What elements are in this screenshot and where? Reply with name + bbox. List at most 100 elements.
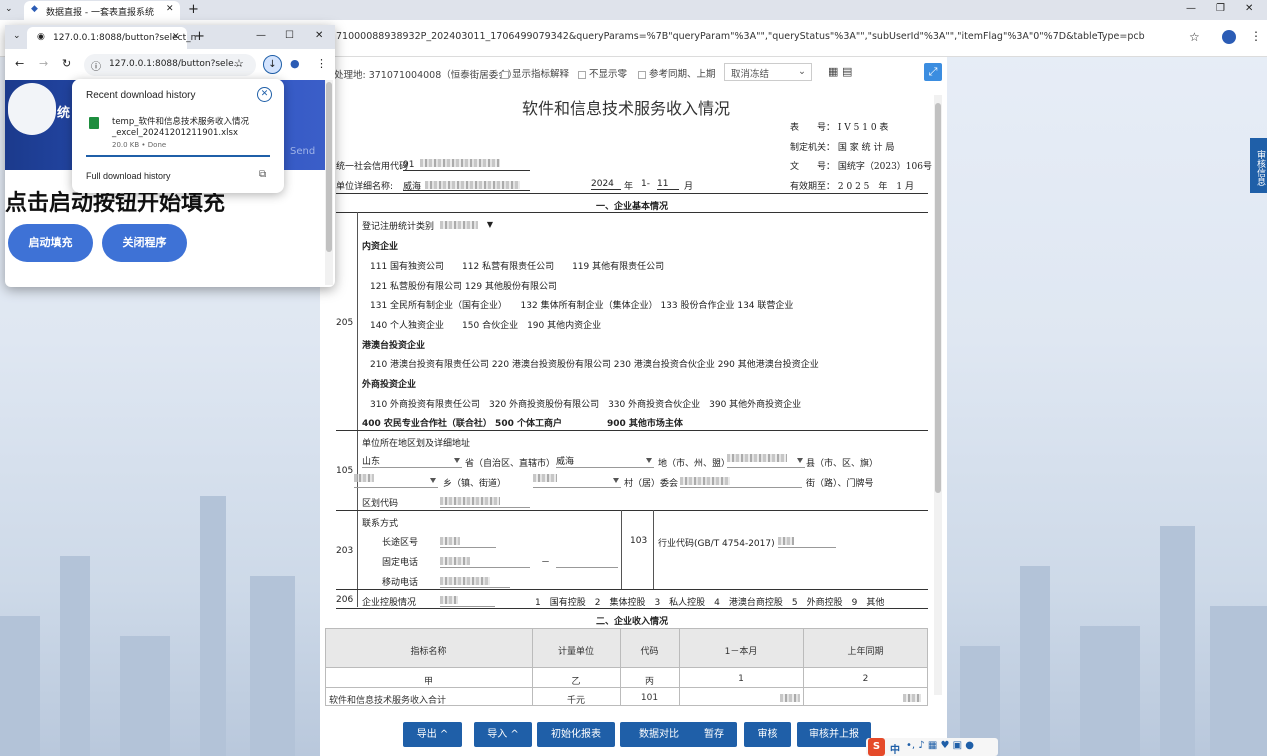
- close-program-button[interactable]: 关闭程序: [102, 224, 187, 262]
- hide-zero-checkbox[interactable]: [578, 70, 586, 79]
- back-icon[interactable]: ←: [15, 57, 24, 70]
- sub-header-c: 丙: [644, 677, 654, 687]
- hmt-row: 210 港澳台投资有限责任公司 220 港澳台投资股份有限公司 230 港澳台投…: [370, 360, 819, 370]
- main-url[interactable]: 71000088938932P_202403011_1706499079342&…: [336, 31, 1145, 42]
- current-month-input[interactable]: [780, 694, 800, 705]
- close-tab-icon[interactable]: ✕: [166, 4, 174, 14]
- hide-zero-option[interactable]: 不显示零: [578, 66, 627, 80]
- town-select[interactable]: [354, 474, 438, 488]
- popup-scrollbar-thumb[interactable]: [326, 82, 332, 252]
- last-year-input[interactable]: [903, 694, 923, 705]
- street-input[interactable]: [680, 474, 802, 488]
- year-field[interactable]: 2024: [591, 179, 621, 190]
- popup-profile-icon[interactable]: ●: [290, 57, 300, 70]
- background-building: [1210, 606, 1267, 756]
- compare-checkbox[interactable]: [638, 70, 646, 79]
- audit-report-button[interactable]: 审核并上报: [797, 722, 871, 747]
- background-building: [1160, 526, 1195, 756]
- close-panel-icon[interactable]: ✕: [257, 87, 272, 102]
- site-info-icon[interactable]: ⓘ: [91, 58, 101, 73]
- popup-star-icon[interactable]: ☆: [234, 57, 244, 70]
- address-label: 单位所在地区划及详细地址: [362, 439, 471, 449]
- fixed-phone-field[interactable]: [440, 554, 530, 568]
- grid-icon[interactable]: ▦: [828, 65, 838, 78]
- bookmark-star-icon[interactable]: ☆: [1189, 30, 1200, 44]
- area-code-field[interactable]: [440, 494, 530, 508]
- ime-toolbar[interactable]: S 中 •, ♪ ▦ ♥ ▣ ●: [866, 738, 998, 756]
- excel-file-icon: [89, 117, 99, 129]
- menu-icon[interactable]: ⋮: [1250, 29, 1262, 43]
- credit-code-field[interactable]: 91: [403, 159, 530, 171]
- import-button[interactable]: 导入 ^: [474, 722, 532, 747]
- popup-tab-search-icon[interactable]: ⌄: [13, 31, 21, 41]
- row-indicator-name: 软件和信息技术服务收入合计: [329, 696, 447, 706]
- minimize-icon[interactable]: —: [1186, 3, 1196, 14]
- background-building: [1020, 566, 1050, 756]
- form-scrollbar[interactable]: [934, 95, 942, 695]
- show-indicator-checkbox[interactable]: [501, 70, 509, 79]
- popup-close-tab-icon[interactable]: ✕: [172, 32, 180, 42]
- ime-mode[interactable]: 中: [890, 741, 900, 756]
- main-tab[interactable]: ◆ 数据直报 - 一套表直报系统 ✕: [24, 1, 180, 20]
- village-select[interactable]: [533, 474, 621, 488]
- unit-name-field[interactable]: 威海: [403, 179, 530, 192]
- city-select[interactable]: 威海: [556, 454, 654, 468]
- save-draft-button[interactable]: 暂存: [691, 722, 737, 747]
- tab-search-icon[interactable]: ⌄: [5, 4, 13, 14]
- long-distance-field[interactable]: [440, 534, 496, 548]
- province-suffix: 省（自治区、直辖市）: [465, 459, 556, 469]
- code-203: 203: [336, 546, 354, 556]
- start-fill-button[interactable]: 启动填充: [8, 224, 93, 262]
- popup-tab[interactable]: ◉ 127.0.0.1:8088/button?select_n ✕: [27, 27, 196, 49]
- mobile-field[interactable]: [440, 574, 510, 588]
- freeze-select[interactable]: 取消冻结 ⌄: [724, 63, 812, 81]
- restore-icon[interactable]: ❐: [1216, 3, 1225, 14]
- new-tab-icon[interactable]: +: [188, 2, 199, 17]
- compare-option[interactable]: 参考同期、上期: [638, 66, 716, 80]
- popup-close-icon[interactable]: ✕: [315, 30, 323, 41]
- county-select[interactable]: [727, 454, 805, 468]
- popup-minimize-icon[interactable]: —: [256, 30, 266, 41]
- reg-type-select[interactable]: ▼: [440, 220, 495, 233]
- profile-icon[interactable]: [1222, 30, 1236, 44]
- close-window-icon[interactable]: ✕: [1245, 3, 1253, 14]
- ime-tools-icon[interactable]: •, ♪ ▦ ♥ ▣ ●: [906, 740, 974, 751]
- village-suffix: 村（居）委会: [624, 479, 679, 489]
- popup-address-bar[interactable]: ⓘ 127.0.0.1:8088/button?sele... ☆: [84, 54, 256, 76]
- audit-button[interactable]: 审核: [744, 722, 791, 747]
- reload-icon[interactable]: ↻: [62, 57, 71, 70]
- section-2-title: 二、企业收入情况: [595, 617, 668, 627]
- print-icon[interactable]: ▤: [842, 65, 852, 78]
- background-building: [60, 556, 90, 756]
- background-building: [120, 636, 170, 756]
- data-compare-button[interactable]: 数据对比: [620, 722, 698, 747]
- download-file-name[interactable]: temp_软件和信息技术服务收入情况: [112, 115, 249, 127]
- popup-menu-icon[interactable]: ⋮: [316, 57, 327, 70]
- download-icon[interactable]: ↓: [263, 55, 282, 74]
- audit-info-side-tab[interactable]: 审核信息: [1250, 138, 1267, 193]
- export-button[interactable]: 导出 ^: [403, 722, 462, 747]
- download-history-panel: Recent download history ✕ temp_软件和信息技术服务…: [72, 79, 284, 193]
- industry-code-field[interactable]: [778, 532, 836, 548]
- init-report-button[interactable]: 初始化报表: [537, 722, 615, 747]
- holding-field[interactable]: [440, 593, 495, 607]
- download-file-name-ext[interactable]: _excel_20241201211901.xlsx: [112, 128, 238, 138]
- open-external-icon[interactable]: ⧉: [259, 169, 266, 180]
- background-building: [0, 616, 40, 756]
- full-download-history-link[interactable]: Full download history: [86, 171, 171, 181]
- popup-restore-icon[interactable]: ☐: [285, 30, 294, 41]
- forward-icon[interactable]: →: [39, 57, 48, 70]
- extension-field[interactable]: [556, 554, 618, 568]
- fullscreen-icon[interactable]: ⤢: [924, 63, 942, 81]
- month-unit: 月: [684, 182, 694, 192]
- table-no: 表 号： I V 5 1 0 表: [790, 123, 889, 133]
- scrollbar-thumb[interactable]: [935, 103, 941, 493]
- authority: 制定机关： 国 家 统 计 局: [790, 143, 895, 153]
- industry-label: 行业代码(GB/T 4754-2017): [658, 539, 775, 549]
- popup-new-tab-icon[interactable]: +: [194, 29, 205, 44]
- popup-scrollbar[interactable]: [325, 80, 333, 285]
- month-field[interactable]: 11: [657, 179, 679, 190]
- province-select[interactable]: 山东: [362, 454, 462, 468]
- show-indicator-option[interactable]: 显示指标解释: [501, 66, 569, 80]
- row-unit: 千元: [566, 696, 585, 706]
